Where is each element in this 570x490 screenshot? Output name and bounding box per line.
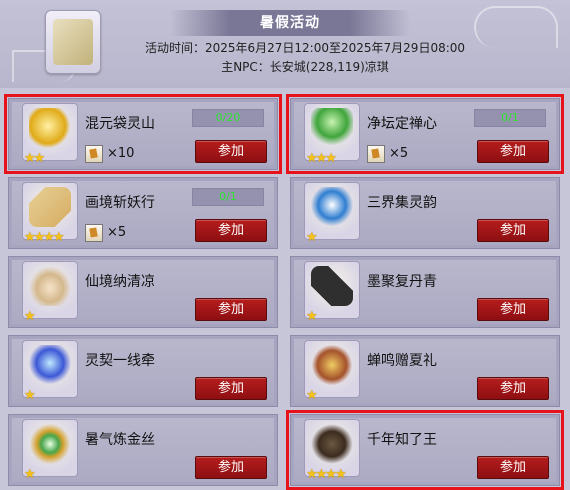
- reward-count: ×10: [107, 146, 135, 161]
- star-rating: ★: [306, 388, 318, 403]
- join-button[interactable]: 参加: [477, 219, 549, 242]
- progress-counter: 0/20: [192, 109, 264, 127]
- activity-name: 灵契一线牵: [85, 353, 155, 369]
- gold-ingots-icon: ★★: [22, 103, 78, 166]
- gold-thread-icon: ★: [22, 419, 78, 482]
- activity-name: 混元袋灵山: [85, 116, 155, 132]
- event-time: 活动时间：2025年6月27日12:00至2025年7月29日08:00: [144, 41, 466, 55]
- activity-card: ★ 三界集灵韵 参加: [290, 177, 560, 249]
- vase-icon: ★: [304, 182, 360, 245]
- activity-name: 暑气炼金丝: [85, 432, 155, 448]
- activity-card: ★★★★ 千年知了王 参加: [286, 410, 564, 490]
- join-button[interactable]: 参加: [477, 140, 549, 163]
- inkstick-icon: ★: [304, 261, 360, 324]
- activity-name: 画境斩妖行: [85, 195, 155, 211]
- activity-card: ★★★★ 画境斩妖行 0/1 ×5 参加: [8, 177, 278, 249]
- activity-card: ★ 蝉鸣赠夏礼 参加: [290, 335, 560, 407]
- activity-card: ★ 灵契一线牵 参加: [8, 335, 278, 407]
- join-button[interactable]: 参加: [477, 377, 549, 400]
- bowl-icon: ★: [22, 261, 78, 324]
- star-rating: ★: [306, 230, 318, 245]
- activity-card: ★ 仙境纳清凉 参加: [8, 256, 278, 328]
- blue-flame-icon: ★: [22, 340, 78, 403]
- page-title: 暑假活动: [170, 10, 410, 36]
- reward-count: ×5: [107, 225, 127, 240]
- star-rating: ★: [24, 467, 36, 482]
- activity-name: 蝉鸣赠夏礼: [367, 353, 437, 369]
- reward-count: ×5: [389, 146, 409, 161]
- join-button[interactable]: 参加: [195, 298, 267, 321]
- progress-counter: 0/1: [192, 188, 264, 206]
- reward-item-icon: [85, 144, 103, 163]
- reward: ×5: [367, 143, 409, 163]
- activity-card: ★★★ 净坛定禅心 0/1 ×5 参加: [286, 94, 564, 174]
- activity-name: 三界集灵韵: [367, 195, 437, 211]
- main-npc: 主NPC：长安城(228,119)凉琪: [221, 60, 389, 74]
- join-button[interactable]: 参加: [477, 456, 549, 479]
- activity-name: 墨聚复丹青: [367, 274, 437, 290]
- star-rating: ★★★: [306, 151, 337, 166]
- event-header: 暑假活动 活动时间：2025年6月27日12:00至2025年7月29日08:0…: [0, 0, 570, 88]
- scroll-icon: ★★★★: [22, 182, 78, 245]
- join-button[interactable]: 参加: [477, 298, 549, 321]
- progress-counter: 0/1: [474, 109, 546, 127]
- activity-card: ★ 暑气炼金丝 参加: [8, 414, 278, 486]
- reward-item-icon: [367, 144, 385, 163]
- activity-card: ★ 墨聚复丹青 参加: [290, 256, 560, 328]
- star-rating: ★★★★: [24, 230, 65, 245]
- star-rating: ★★★★: [306, 467, 347, 482]
- reward: ×5: [85, 222, 127, 242]
- reward-item-icon: [85, 223, 103, 242]
- star-rating: ★: [306, 309, 318, 324]
- star-rating: ★: [24, 388, 36, 403]
- jade-plant-icon: ★★★: [304, 103, 360, 166]
- star-rating: ★: [24, 309, 36, 324]
- activity-name: 千年知了王: [367, 432, 437, 448]
- activity-card: ★★ 混元袋灵山 0/20 ×10 参加: [4, 94, 282, 174]
- reward: ×10: [85, 143, 135, 163]
- cicada-icon: ★★★★: [304, 419, 360, 482]
- join-button[interactable]: 参加: [195, 219, 267, 242]
- activity-name: 仙境纳清凉: [85, 274, 155, 290]
- join-button[interactable]: 参加: [195, 456, 267, 479]
- giftbox-icon: ★: [304, 340, 360, 403]
- activity-name: 净坛定禅心: [367, 116, 437, 132]
- star-rating: ★★: [24, 151, 45, 166]
- join-button[interactable]: 参加: [195, 140, 267, 163]
- join-button[interactable]: 参加: [195, 377, 267, 400]
